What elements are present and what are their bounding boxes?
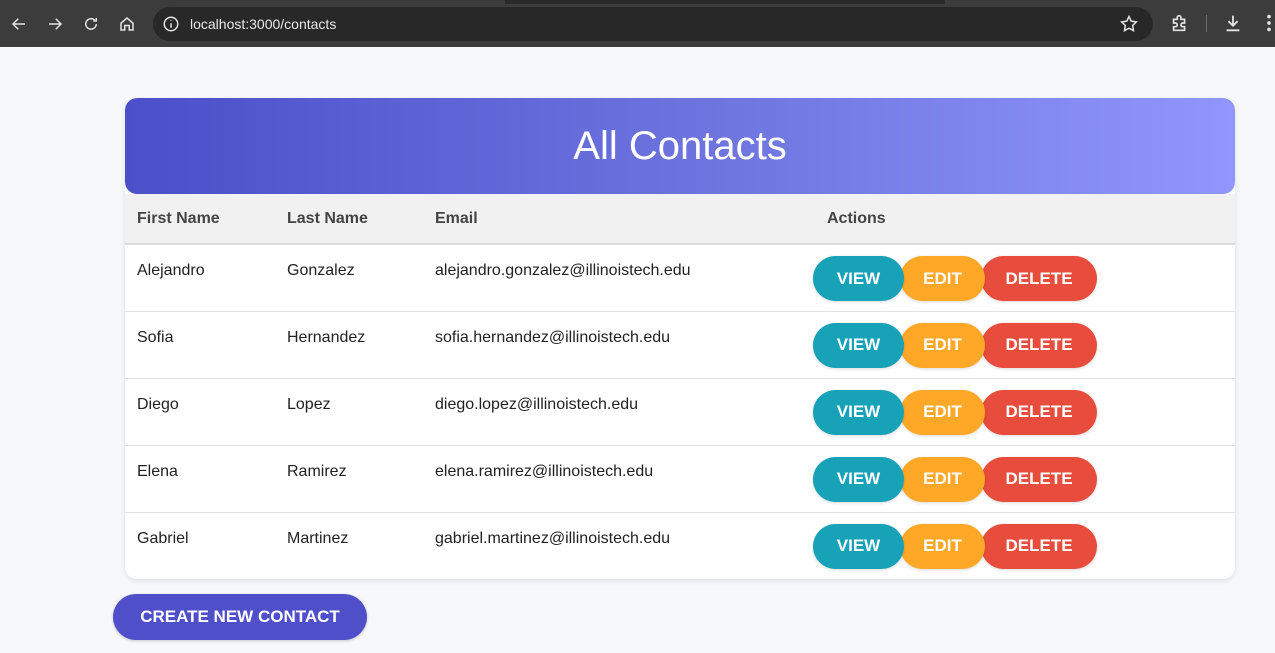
home-icon[interactable] [115,12,139,36]
header-email: Email [423,194,815,245]
create-new-contact-button[interactable]: CREATE NEW CONTACT [113,594,367,640]
site-info-icon[interactable] [162,15,180,33]
cell-actions: VIEW EDIT DELETE [813,244,1235,311]
menu-icon[interactable] [1258,12,1275,34]
bookmark-star-icon[interactable] [1119,14,1139,34]
cell-email: gabriel.martinez@illinoistech.edu [435,529,671,547]
cell-last-name: Ramirez [287,462,347,480]
cell-email: diego.lopez@illinoistech.edu [435,395,639,413]
view-button[interactable]: VIEW [813,523,904,569]
table-row: Alejandro Gonzalez alejandro.gonzalez@illi… [125,244,1235,311]
card-header: All Contacts [125,98,1235,194]
delete-button[interactable]: DELETE [981,523,1097,569]
cell-last-name: Martinez [287,529,349,547]
cell-last-name: Gonzalez [287,262,355,279]
cell-first-name: Diego [137,395,179,413]
extensions-icon[interactable] [1169,12,1191,34]
edit-button[interactable]: EDIT [900,256,985,301]
view-button[interactable]: VIEW [813,389,904,435]
url-text[interactable]: localhost:3000/contacts [190,16,336,32]
header-actions: Actions [815,194,1235,245]
delete-button[interactable]: DELETE [981,456,1097,502]
cell-first-name: Sofia [137,328,174,346]
cell-last-name: Hernandez [287,328,366,346]
download-icon[interactable] [1222,12,1244,34]
view-button[interactable]: VIEW [813,322,904,368]
header-last-name: Last Name [275,194,423,245]
delete-button[interactable]: DELETE [981,389,1097,435]
tab-strip-edge [505,0,945,4]
cell-actions: VIEW EDIT DELETE [813,445,1235,512]
cell-email: sofia.hernandez@illinoistech.edu [435,328,671,346]
address-bar[interactable]: localhost:3000/contacts [153,7,1153,41]
delete-button[interactable]: DELETE [981,256,1097,301]
table-row: Elena Ramirez elena.ramirez@illinoistech.e… [125,445,1235,512]
cell-last-name: Lopez [287,395,331,413]
cell-actions: VIEW EDIT DELETE [813,512,1235,579]
edit-button[interactable]: EDIT [900,456,985,502]
cell-first-name: Gabriel [137,529,189,547]
view-button[interactable]: VIEW [813,256,904,301]
page-title: All Contacts [573,123,787,168]
cell-email: elena.ramirez@illinoistech.edu [435,462,654,480]
table-header-row: First Name Last Name Email Actions [125,194,1235,245]
delete-button[interactable]: DELETE [981,322,1097,368]
contacts-card: All Contacts First Name Last Name Email … [125,98,1235,579]
edit-button[interactable]: EDIT [900,322,985,368]
cell-actions: VIEW EDIT DELETE [813,378,1235,445]
back-icon[interactable] [7,12,31,36]
cell-email: alejandro.gonzalez@illinoistech.edu [435,262,691,279]
view-button[interactable]: VIEW [813,456,904,502]
table-row: Diego Lopez diego.lopez@illinoistech.edu VI… [125,378,1235,445]
cell-first-name: Alejandro [137,262,205,279]
reload-icon[interactable] [79,12,103,36]
cell-first-name: Elena [137,462,178,480]
edit-button[interactable]: EDIT [900,523,985,569]
table-row: Sofia Hernandez sofia.hernandez@illinoiste… [125,311,1235,378]
table-row: Gabriel Martinez gabriel.martinez@illinois… [125,512,1235,579]
cell-actions: VIEW EDIT DELETE [813,311,1235,378]
forward-icon[interactable] [43,12,67,36]
header-first-name: First Name [125,194,275,245]
contacts-table: First Name Last Name Email Actions Aleja… [125,194,1235,579]
toolbar-separator [1206,15,1207,32]
browser-toolbar: localhost:3000/contacts [0,0,1275,47]
edit-button[interactable]: EDIT [900,389,985,435]
